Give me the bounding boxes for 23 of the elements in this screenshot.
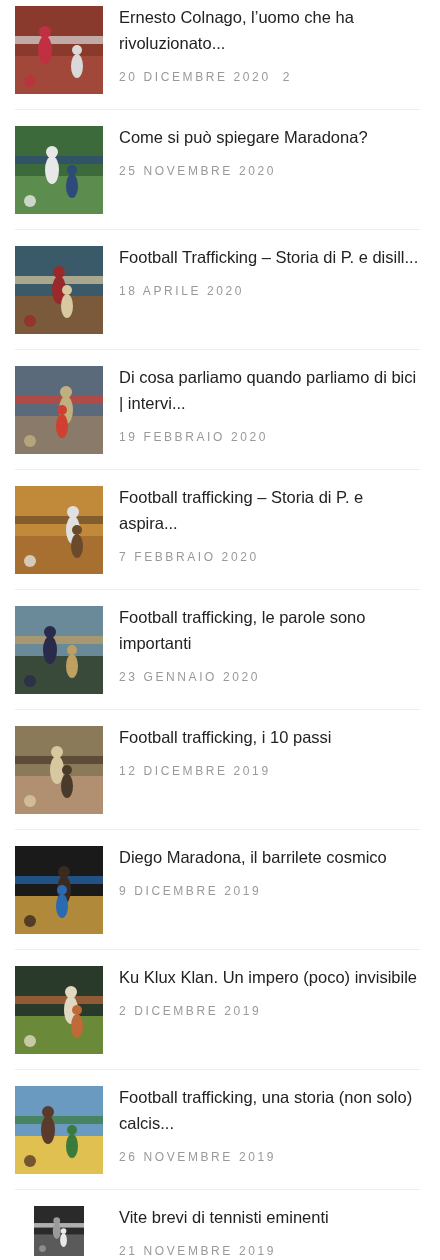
post-title-link[interactable]: Diego Maradona, il barrilete cosmico	[119, 844, 420, 870]
post-title-link[interactable]: Ku Klux Klan. Un impero (poco) invisibile	[119, 964, 420, 990]
post-title-link[interactable]: Football trafficking, le parole sono importanti	[119, 604, 420, 656]
post-title-link[interactable]: Football Trafficking – Storia di P. e disill...	[119, 244, 420, 270]
post-title-link[interactable]: Football trafficking – Storia di P. e aspira...	[119, 484, 420, 536]
post-date: 2 DICEMBRE 2019	[119, 1004, 262, 1018]
post-title-link[interactable]: Come si può spiegare Maradona?	[119, 124, 420, 150]
post-date: 20 DICEMBRE 2020	[119, 70, 271, 84]
post-title-link[interactable]: Di cosa parliamo quando parliamo di bici | intervi...	[119, 364, 420, 416]
post-date: 21 NOVEMBRE 2019	[119, 1244, 276, 1258]
post-title-link[interactable]: Football trafficking, una storia (non solo) calcis...	[119, 1084, 420, 1136]
post-date: 25 NOVEMBRE 2020	[119, 164, 276, 178]
post-date: 19 FEBBRAIO 2020	[119, 430, 268, 444]
post-date: 18 APRILE 2020	[119, 284, 245, 298]
post-date: 23 GENNAIO 2020	[119, 670, 261, 684]
post-title-link[interactable]: Vite brevi di tennisti eminenti	[119, 1204, 420, 1230]
post-date: 26 NOVEMBRE 2019	[119, 1150, 276, 1164]
post-title-link[interactable]: Ernesto Colnago, l’uomo che ha rivoluzionato...	[119, 4, 420, 56]
comment-count: 2	[282, 70, 292, 84]
post-date: 7 FEBBRAIO 2020	[119, 550, 259, 564]
post-date: 9 DICEMBRE 2019	[119, 884, 262, 898]
post-date: 12 DICEMBRE 2019	[119, 764, 271, 778]
post-title-link[interactable]: Football trafficking, i 10 passi	[119, 724, 420, 750]
